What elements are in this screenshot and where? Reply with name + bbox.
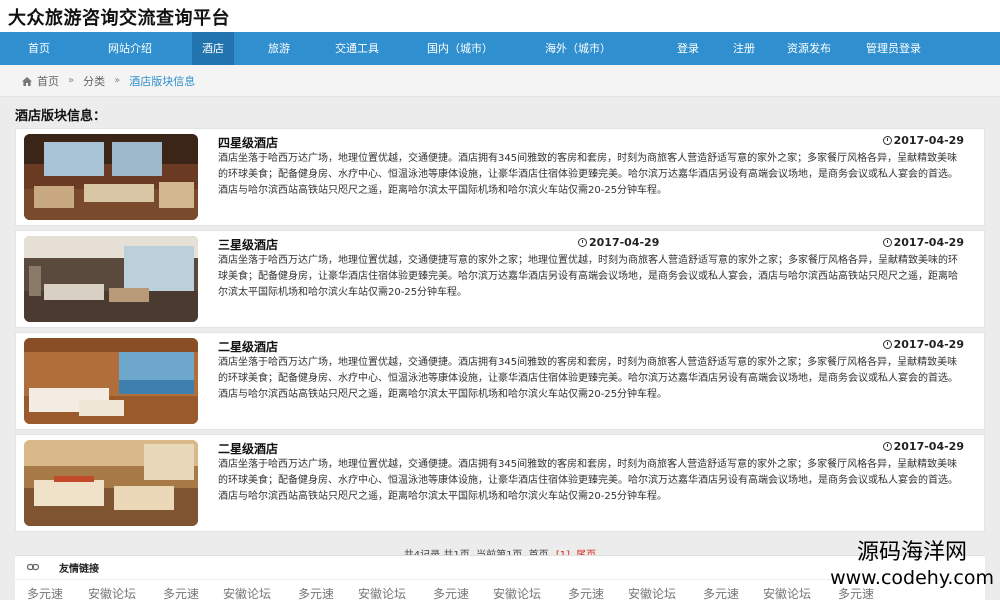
nav-publish[interactable]: 资源发布 <box>777 32 841 65</box>
nav-overseas[interactable]: 海外（城市） <box>535 32 621 65</box>
nav-about[interactable]: 网站介绍 <box>98 32 162 65</box>
nav-transport[interactable]: 交通工具 <box>325 32 389 65</box>
hotel-name[interactable]: 四星级酒店 <box>218 134 278 151</box>
hotel-date: 2017-04-29 <box>882 134 964 147</box>
clock-icon <box>882 442 892 451</box>
hotel-date: 2017-04-29 <box>882 338 964 351</box>
hotel-name[interactable]: 三星级酒店 <box>218 236 278 253</box>
hotel-description: 酒店坐落于哈西万达广场，地理位置优越，交通便捷。酒店拥有345间雅致的客房和套房… <box>218 357 958 400</box>
hotel-date-secondary: 2017-04-29 <box>578 236 659 249</box>
section-title: 酒店版块信息： <box>15 109 107 124</box>
hotel-item[interactable]: 四星级酒店 2017-04-29 酒店坐落于哈西万达广场，地理位置优越，交通便捷… <box>15 128 985 226</box>
hotel-image[interactable] <box>24 338 198 424</box>
hotel-name[interactable]: 二星级酒店 <box>218 440 278 457</box>
site-header: 大众旅游咨询交流查询平台 <box>0 0 1000 32</box>
nav-travel[interactable]: 旅游 <box>258 32 300 65</box>
link-icon <box>26 563 41 573</box>
nav-login[interactable]: 登录 <box>667 32 709 65</box>
friend-link[interactable]: 安徽论坛 <box>88 585 136 600</box>
friend-link[interactable]: 安徽论坛 <box>358 585 406 600</box>
breadcrumb-home[interactable]: 首页 <box>37 73 59 89</box>
nav-hotel[interactable]: 酒店 <box>192 32 234 65</box>
hotel-image[interactable] <box>24 134 198 220</box>
hotel-image[interactable] <box>24 440 198 526</box>
watermark-line1: 源码海洋网 <box>857 540 968 565</box>
clock-icon <box>882 136 892 145</box>
hotel-date: 2017-04-29 <box>882 236 964 249</box>
breadcrumb-category[interactable]: 分类 <box>83 73 105 89</box>
hotel-list: 四星级酒店 2017-04-29 酒店坐落于哈西万达广场，地理位置优越，交通便捷… <box>0 128 1000 532</box>
home-icon <box>22 76 32 86</box>
main-nav: 首页 网站介绍 酒店 旅游 交通工具 国内（城市） 海外（城市） 登录 注册 资… <box>0 32 1000 65</box>
hotel-item[interactable]: 二星级酒店 2017-04-29 酒店坐落于哈西万达广场，地理位置优越，交通便捷… <box>15 332 985 430</box>
friend-link[interactable]: 多元速 <box>568 585 604 600</box>
friend-link[interactable]: 多元速 <box>163 585 199 600</box>
breadcrumb-current: 酒店版块信息 <box>129 74 196 88</box>
friend-link[interactable]: 安徽论坛 <box>223 585 271 600</box>
hotel-name[interactable]: 二星级酒店 <box>218 338 278 355</box>
hotel-image[interactable] <box>24 236 198 322</box>
nav-admin-login[interactable]: 管理员登录 <box>856 32 931 65</box>
watermark-line2: www.codehy.com <box>830 567 994 589</box>
friend-link[interactable]: 多元速 <box>703 585 739 600</box>
hotel-description: 酒店坐落于哈西万达广场，地理位置优越，交通便捷。酒店拥有345间雅致的客房和套房… <box>218 459 958 502</box>
friend-link[interactable]: 多元速 <box>298 585 334 600</box>
hotel-description: 酒店坐落于哈西万达广场，地理位置优越，交通便捷。酒店拥有345间雅致的客房和套房… <box>218 153 958 196</box>
watermark: 源码海洋网 www.codehy.com <box>830 540 994 590</box>
nav-domestic[interactable]: 国内（城市） <box>417 32 503 65</box>
clock-icon <box>882 340 892 349</box>
friend-link[interactable]: 安徽论坛 <box>493 585 541 600</box>
hotel-item[interactable]: 二星级酒店 2017-04-29 酒店坐落于哈西万达广场，地理位置优越，交通便捷… <box>15 434 985 532</box>
friend-links-title: 友情链接 <box>59 564 99 575</box>
breadcrumb: 首页 » 分类 » 酒店版块信息 <box>0 65 1000 97</box>
friend-link[interactable]: 安徽论坛 <box>628 585 676 600</box>
hotel-description: 酒店坐落于哈西万达广场，地理位置优越，交通便捷写意的家外之家；地理位置优越，时刻… <box>218 255 958 298</box>
breadcrumb-separator: » <box>68 75 75 86</box>
hotel-item[interactable]: 三星级酒店 2017-04-29 2017-04-29 酒店坐落于哈西万达广场，… <box>15 230 985 328</box>
hotel-date: 2017-04-29 <box>882 440 964 453</box>
site-title: 大众旅游咨询交流查询平台 <box>8 8 230 29</box>
friend-link[interactable]: 多元速 <box>433 585 469 600</box>
nav-register[interactable]: 注册 <box>723 32 765 65</box>
friend-link[interactable]: 安徽论坛 <box>763 585 811 600</box>
nav-home[interactable]: 首页 <box>18 32 60 65</box>
clock-icon <box>578 238 587 247</box>
friend-link[interactable]: 多元速 <box>27 585 63 600</box>
breadcrumb-separator: » <box>114 75 121 86</box>
clock-icon <box>882 238 892 247</box>
